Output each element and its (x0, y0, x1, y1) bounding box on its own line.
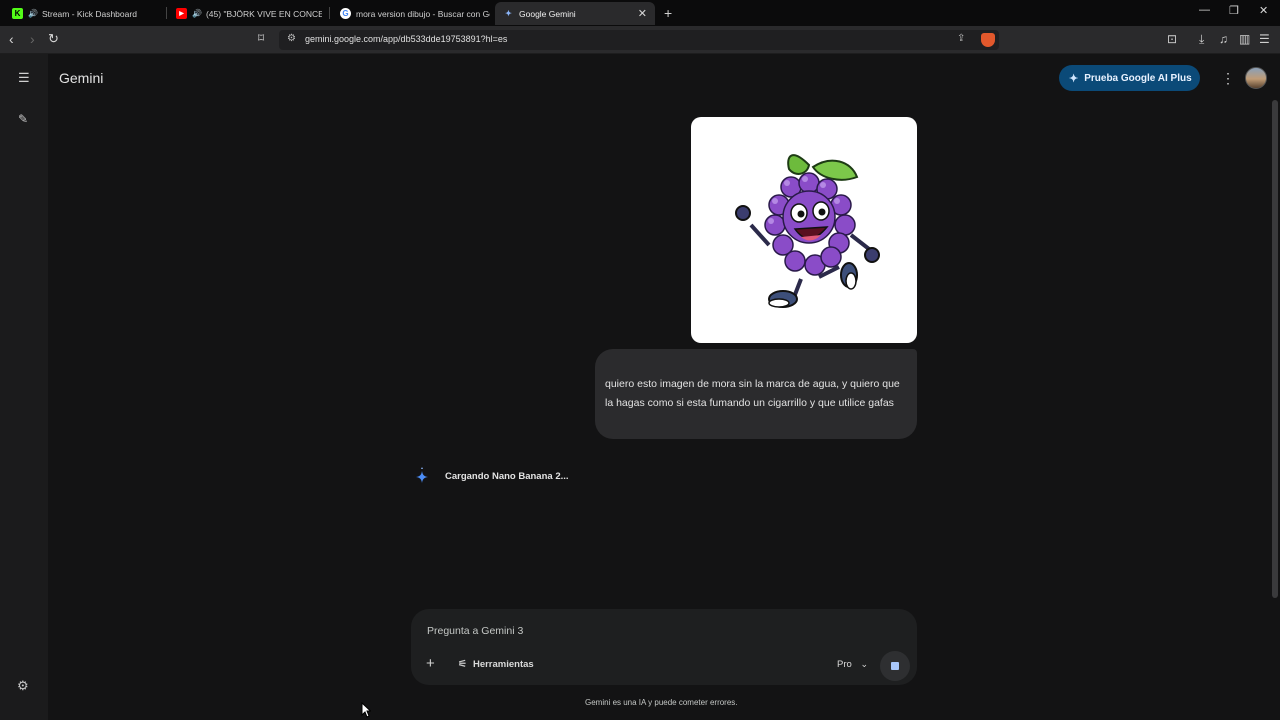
download-icon[interactable]: ⤓ (1199, 32, 1204, 47)
kick-icon: K (12, 8, 23, 19)
sidebar-toggle-icon[interactable]: ▥ (1239, 32, 1250, 46)
mouse-cursor-icon (361, 702, 371, 718)
avatar[interactable] (1245, 67, 1267, 89)
tab-gemini[interactable]: ✦ Google Gemini ✕ (495, 2, 655, 25)
sliders-icon: ⚟ (458, 659, 467, 670)
gemini-sidebar: ☰ ✎ ⚙ (0, 54, 48, 720)
prompt-input[interactable]: Pregunta a Gemini 3 (427, 625, 523, 637)
close-window-icon[interactable]: ✕ (1259, 4, 1268, 17)
speaker-icon: 🔊 (28, 9, 38, 18)
sparkle-icon: ✦ (1069, 72, 1079, 85)
gemini-spark-icon (416, 467, 428, 483)
tab-title: Google Gemini (519, 8, 576, 19)
model-label: Pro (837, 659, 852, 670)
youtube-icon: ▶ (176, 8, 187, 19)
browser-tab-strip: K 🔊 Stream - Kick Dashboard ▶ 🔊 (45) "BJ… (0, 0, 1280, 26)
speaker-icon: 🔊 (192, 9, 202, 18)
tab-title: mora version dibujo - Buscar con Go (356, 8, 490, 19)
tab-youtube[interactable]: ▶ 🔊 (45) "BJÖRK VIVE EN CONCEPCIÓ (168, 2, 322, 25)
blackberry-character-illustration (735, 154, 880, 308)
more-options-icon[interactable]: ⋮ (1221, 70, 1235, 87)
restore-icon[interactable]: ❐ (1229, 4, 1239, 17)
model-selector[interactable]: Pro ⌄ (837, 659, 868, 670)
gemini-spark-icon: ✦ (505, 9, 512, 18)
prompt-composer: Pregunta a Gemini 3 + ⚟ Herramientas Pro… (411, 609, 917, 685)
loading-status: Cargando Nano Banana 2... (445, 471, 569, 482)
back-icon[interactable]: ‹ (9, 31, 14, 47)
brave-shields-icon[interactable] (981, 33, 995, 47)
user-message-text: quiero esto imagen de mora sin la marca … (605, 378, 900, 409)
close-tab-icon[interactable]: ✕ (638, 7, 647, 20)
site-info-icon[interactable]: ⚙ (287, 33, 296, 44)
google-icon: G (340, 8, 351, 19)
screenshot-icon[interactable]: ⊡ (1167, 32, 1177, 46)
stop-button[interactable] (880, 651, 910, 681)
upgrade-button[interactable]: ✦ Prueba Google AI Plus (1059, 65, 1200, 91)
share-icon[interactable]: ⇪ (957, 33, 965, 44)
browser-toolbar: ‹ › ↻ ⌑ ⚙ gemini.google.com/app/db533dde… (0, 26, 1280, 54)
music-icon[interactable]: ♫ (1219, 32, 1228, 46)
stop-icon (891, 662, 899, 670)
address-bar[interactable]: ⚙ gemini.google.com/app/db533dde19753891… (279, 30, 999, 50)
menu-icon[interactable]: ☰ (1259, 32, 1270, 46)
add-attachment-icon[interactable]: + (426, 655, 435, 672)
settings-gear-icon[interactable]: ⚙ (17, 678, 29, 694)
user-message-bubble: quiero esto imagen de mora sin la marca … (595, 349, 917, 439)
reload-icon[interactable]: ↻ (48, 31, 59, 47)
tools-button[interactable]: ⚟ Herramientas (458, 659, 534, 670)
scrollbar[interactable] (1272, 100, 1278, 598)
tab-kick[interactable]: K 🔊 Stream - Kick Dashboard (4, 2, 164, 25)
chevron-down-icon: ⌄ (860, 659, 868, 669)
hamburger-menu-icon[interactable]: ☰ (18, 70, 30, 86)
new-chat-icon[interactable]: ✎ (18, 112, 28, 126)
tab-title: (45) "BJÖRK VIVE EN CONCEPCIÓ (205, 8, 322, 19)
uploaded-image[interactable] (691, 117, 917, 343)
tab-google-search[interactable]: G mora version dibujo - Buscar con Go (332, 2, 490, 25)
disclaimer-text: Gemini es una IA y puede cometer errores… (585, 698, 738, 707)
new-tab-icon[interactable]: + (664, 5, 672, 21)
minimize-icon[interactable]: — (1199, 4, 1210, 16)
app-title[interactable]: Gemini (59, 70, 103, 86)
tab-title: Stream - Kick Dashboard (41, 8, 137, 19)
tools-label: Herramientas (472, 659, 534, 670)
bookmark-icon[interactable]: ⌑ (258, 31, 264, 45)
forward-icon[interactable]: › (30, 31, 35, 47)
upgrade-label: Prueba Google AI Plus (1084, 72, 1192, 84)
url-text: gemini.google.com/app/db533dde19753891?h… (305, 34, 508, 44)
